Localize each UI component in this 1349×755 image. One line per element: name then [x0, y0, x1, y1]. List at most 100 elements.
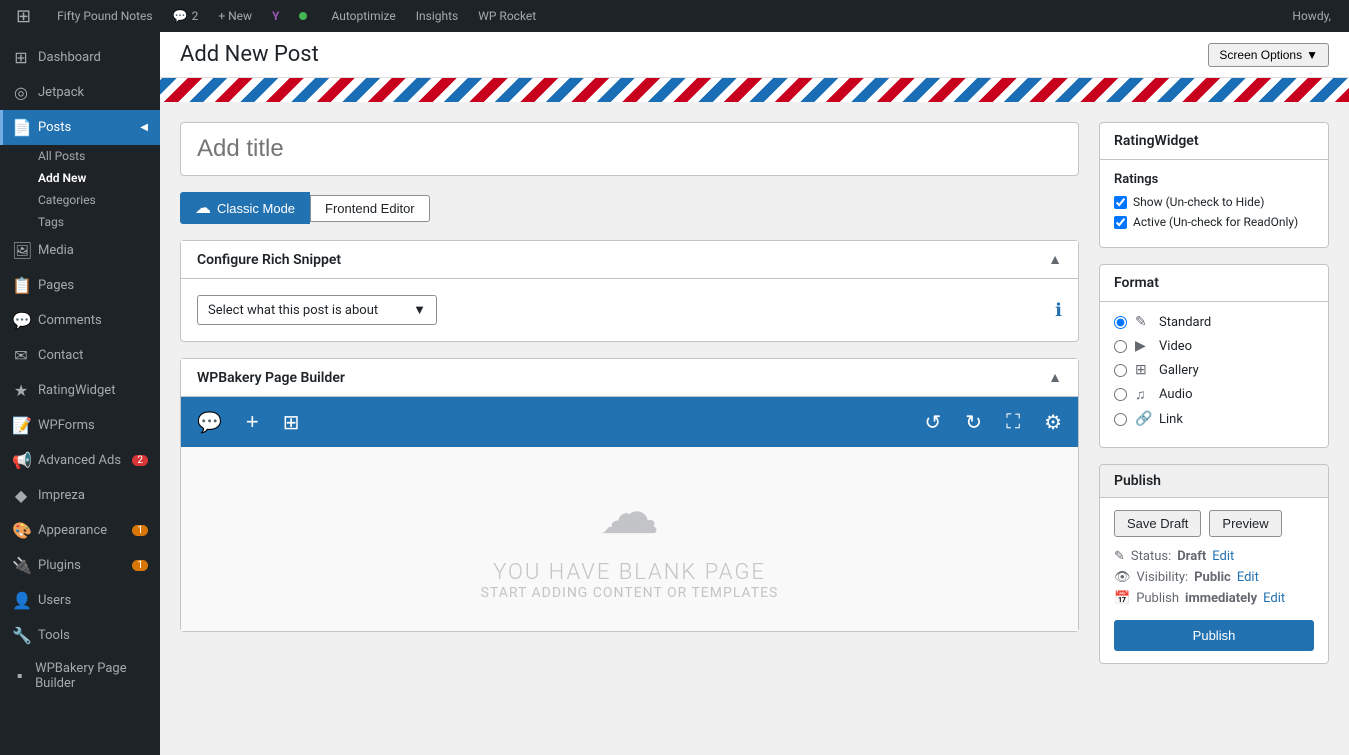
- sidebar-item-plugins[interactable]: 🔌 Plugins 1: [0, 548, 160, 583]
- cloud-icon: ☁: [195, 198, 211, 218]
- format-content: ✎ Standard ▶ Video ⊞ Gallery: [1100, 302, 1328, 447]
- sidebar-item-jetpack[interactable]: ◎ Jetpack: [0, 75, 160, 110]
- publish-time-edit-link[interactable]: Edit: [1263, 591, 1285, 606]
- yoast-icon: Y: [272, 9, 279, 23]
- autoptimize-label: Autoptimize: [331, 9, 395, 23]
- adminbar-wprocket[interactable]: WP Rocket: [468, 0, 546, 32]
- wpbakery-settings-button[interactable]: ⚙: [1040, 406, 1066, 439]
- sidebar-item-label: Tools: [38, 628, 70, 643]
- insights-label: Insights: [416, 9, 458, 23]
- fullscreen-icon: ⛶: [1006, 411, 1020, 434]
- sidebar-item-label: WPForms: [38, 418, 95, 433]
- sidebar-item-pages[interactable]: 📋 Pages: [0, 268, 160, 303]
- adminbar-howdy[interactable]: Howdy,: [1282, 0, 1341, 32]
- submenu-tags[interactable]: Tags: [0, 211, 160, 233]
- info-icon[interactable]: ℹ: [1055, 300, 1062, 321]
- wpforms-icon: 📝: [12, 416, 30, 435]
- sidebar-item-dashboard[interactable]: ⊞ Dashboard: [0, 40, 160, 75]
- sidebar-item-impreza[interactable]: ◆ Impreza: [0, 478, 160, 513]
- sidebar-item-ratingwidget[interactable]: ★ RatingWidget: [0, 373, 160, 408]
- adminbar-comment-count: 2: [192, 9, 199, 23]
- sidebar-item-comments[interactable]: 💬 Comments: [0, 303, 160, 338]
- pages-icon: 📋: [12, 276, 30, 295]
- visibility-row: 👁 Visibility: Public Edit: [1114, 570, 1314, 585]
- publish-time-label: Publish: [1136, 591, 1179, 606]
- show-ratings-label: Show (Un-check to Hide): [1133, 195, 1264, 209]
- save-draft-button[interactable]: Save Draft: [1114, 510, 1201, 537]
- submenu-add-new[interactable]: Add New: [0, 167, 160, 189]
- jetpack-icon: ◎: [12, 83, 30, 102]
- wpbakery-toolbar: 💬 + ⊞ ↺ ↻: [181, 397, 1078, 447]
- blank-page-icon: ☁: [600, 477, 660, 548]
- frontend-editor-button[interactable]: Frontend Editor: [310, 195, 430, 222]
- format-audio-label: Audio: [1159, 387, 1192, 402]
- rich-snippet-content: Select what this post is about ▼ ℹ: [181, 279, 1078, 341]
- format-metabox-header[interactable]: Format: [1100, 265, 1328, 302]
- gear-icon: ⚙: [1044, 410, 1062, 435]
- sidebar-item-users[interactable]: 👤 Users: [0, 583, 160, 618]
- publish-button[interactable]: Publish: [1114, 620, 1314, 651]
- wpbakery-fullscreen-button[interactable]: ⛶: [1002, 406, 1024, 439]
- wpbakery-toggle: ▲: [1048, 369, 1062, 386]
- wpbakery-add-button[interactable]: +: [242, 405, 263, 439]
- posts-icon: 📄: [12, 118, 30, 137]
- format-standard-label: Standard: [1159, 315, 1211, 330]
- status-row: ✎ Status: Draft Edit: [1114, 549, 1314, 564]
- post-title-input[interactable]: [180, 122, 1079, 176]
- adminbar-new[interactable]: + New: [208, 0, 262, 32]
- ratingwidget-metabox-header[interactable]: RatingWidget: [1100, 123, 1328, 160]
- ratingwidget-icon: ★: [12, 381, 30, 400]
- publish-content: Save Draft Preview ✎ Status: Draft Edit …: [1100, 498, 1328, 663]
- format-standard-radio[interactable]: [1114, 316, 1127, 329]
- sidebar-item-advanced-ads[interactable]: 📢 Advanced Ads 2: [0, 443, 160, 478]
- wprocket-label: WP Rocket: [478, 9, 536, 23]
- sidebar-item-contact[interactable]: ✉ Contact: [0, 338, 160, 373]
- ratingwidget-metabox-title: RatingWidget: [1114, 133, 1199, 149]
- format-audio: ♫ Audio: [1114, 386, 1314, 403]
- wpbakery-sidebar-icon: ▪: [12, 666, 27, 686]
- plugins-badge: 1: [132, 560, 148, 571]
- sidebar-item-label: Posts: [38, 120, 71, 135]
- sidebar-item-posts[interactable]: 📄 Posts ◀: [0, 110, 160, 145]
- wpbakery-grid-button[interactable]: ⊞: [279, 406, 304, 439]
- rich-snippet-select[interactable]: Select what this post is about ▼: [197, 295, 437, 325]
- wpbakery-chat-button[interactable]: 💬: [193, 406, 226, 439]
- wpbakery-redo-button[interactable]: ↻: [961, 406, 986, 439]
- submenu-categories[interactable]: Categories: [0, 189, 160, 211]
- classic-mode-button[interactable]: ☁ Classic Mode: [180, 192, 310, 224]
- screen-options-button[interactable]: Screen Options ▼: [1208, 43, 1329, 67]
- ratingwidget-content: Ratings Show (Un-check to Hide) Active (…: [1100, 160, 1328, 247]
- submenu-all-posts[interactable]: All Posts: [0, 145, 160, 167]
- editor-mode-bar: ☁ Classic Mode Frontend Editor: [180, 192, 1079, 224]
- wpbakery-undo-button[interactable]: ↺: [921, 406, 946, 439]
- sidebar-item-label: Media: [38, 243, 74, 258]
- adminbar-insights[interactable]: Insights: [406, 0, 468, 32]
- format-audio-radio[interactable]: [1114, 388, 1127, 401]
- format-link-radio[interactable]: [1114, 413, 1127, 426]
- adminbar-yoast[interactable]: Y: [262, 0, 289, 32]
- sidebar-item-wpforms[interactable]: 📝 WPForms: [0, 408, 160, 443]
- show-ratings-row: Show (Un-check to Hide): [1114, 195, 1314, 209]
- visibility-edit-link[interactable]: Edit: [1237, 570, 1259, 585]
- active-ratings-checkbox[interactable]: [1114, 216, 1127, 229]
- sidebar-item-media[interactable]: 🖼 Media: [0, 233, 160, 268]
- format-gallery-label: Gallery: [1159, 363, 1199, 378]
- wp-logo[interactable]: ⊞: [8, 6, 39, 27]
- sidebar-item-tools[interactable]: 🔧 Tools: [0, 618, 160, 653]
- format-video-radio[interactable]: [1114, 340, 1127, 353]
- sidebar-item-wpbakery[interactable]: ▪ WPBakery Page Builder: [0, 653, 160, 699]
- wpbakery-header[interactable]: WPBakery Page Builder ▲: [181, 359, 1078, 397]
- status-edit-link[interactable]: Edit: [1212, 549, 1234, 564]
- rich-snippet-header[interactable]: Configure Rich Snippet ▲: [181, 241, 1078, 279]
- adminbar-comments[interactable]: 💬 2: [163, 0, 209, 32]
- adminbar-autoptimize[interactable]: Autoptimize: [321, 0, 405, 32]
- adminbar-site[interactable]: Fifty Pound Notes: [47, 0, 163, 32]
- blank-page-title: YOU HAVE BLANK PAGE: [493, 560, 766, 585]
- format-standard: ✎ Standard: [1114, 314, 1314, 330]
- preview-button[interactable]: Preview: [1209, 510, 1281, 537]
- show-ratings-checkbox[interactable]: [1114, 196, 1127, 209]
- format-gallery-radio[interactable]: [1114, 364, 1127, 377]
- wpbakery-canvas: ☁ YOU HAVE BLANK PAGE START ADDING CONTE…: [181, 447, 1078, 631]
- adminbar-status[interactable]: [289, 0, 321, 32]
- sidebar-item-appearance[interactable]: 🎨 Appearance 1: [0, 513, 160, 548]
